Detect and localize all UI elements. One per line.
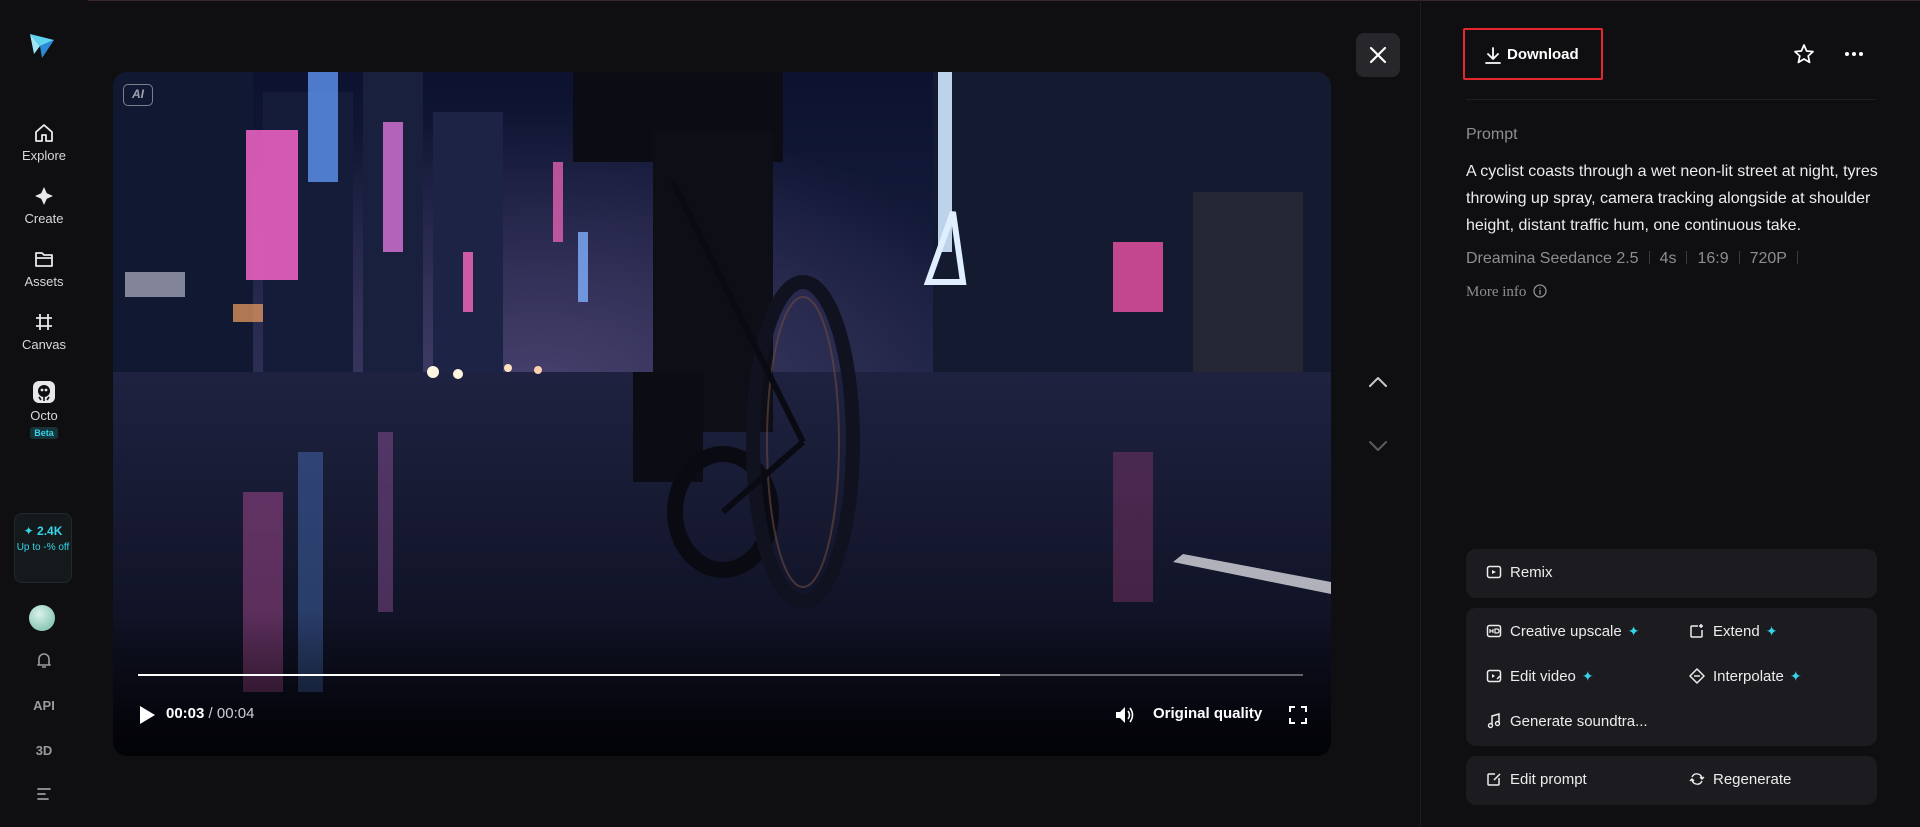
extend-icon bbox=[1690, 624, 1703, 638]
creative-upscale-button[interactable]: Creative upscale ✦ bbox=[1486, 623, 1639, 640]
info-icon bbox=[1533, 284, 1547, 298]
top-border bbox=[0, 0, 1920, 1]
chevron-up-icon[interactable] bbox=[1366, 372, 1390, 392]
avatar[interactable] bbox=[29, 605, 55, 631]
ai-generated-badge: AI bbox=[123, 84, 153, 106]
generate-soundtrack-button[interactable]: Generate soundtra... bbox=[1486, 713, 1648, 730]
music-note-icon bbox=[1487, 713, 1501, 729]
notification-bell-icon[interactable] bbox=[0, 650, 88, 670]
prompt-actions-card: Edit prompt Regenerate bbox=[1466, 756, 1877, 805]
regenerate-icon bbox=[1689, 773, 1705, 785]
credits-promo[interactable]: ✦ 2.4K Up to -% off bbox=[14, 513, 72, 583]
chevron-down-icon[interactable] bbox=[1366, 436, 1390, 456]
sidebar-item-label: Explore bbox=[21, 148, 67, 163]
more-info-label: More info bbox=[1466, 284, 1527, 300]
creative-upscale-label: Creative upscale bbox=[1510, 623, 1622, 640]
diamond-icon bbox=[35, 187, 53, 205]
progress-fill bbox=[138, 674, 1001, 676]
prompt-heading: Prompt bbox=[1466, 126, 1518, 143]
sidebar-item-canvas[interactable]: Canvas bbox=[0, 311, 88, 352]
extend-button[interactable]: Extend ✦ bbox=[1689, 623, 1777, 640]
close-button[interactable] bbox=[1356, 33, 1400, 77]
menu-icon[interactable] bbox=[0, 786, 88, 802]
hd-upscale-icon bbox=[1486, 624, 1502, 638]
panel-divider bbox=[1420, 0, 1421, 827]
sidebar-item-octo[interactable]: Octo Beta bbox=[0, 380, 88, 441]
interpolate-button[interactable]: Interpolate ✦ bbox=[1689, 668, 1802, 685]
prompt-text: A cyclist coasts through a wet neon-lit … bbox=[1466, 163, 1878, 234]
remix-card: Remix bbox=[1466, 549, 1877, 598]
credits-count: ✦ 2.4K bbox=[23, 524, 63, 538]
edit-video-icon bbox=[1486, 669, 1502, 683]
sidebar-item-assets[interactable]: Assets bbox=[0, 248, 88, 289]
download-label: Download bbox=[1507, 46, 1579, 63]
edit-video-label: Edit video bbox=[1510, 668, 1576, 685]
sparkle-icon: ✦ bbox=[1581, 668, 1594, 684]
more-info-link[interactable]: More info bbox=[1466, 284, 1547, 301]
current-time: 00:03 bbox=[166, 705, 205, 722]
edit-prompt-button[interactable]: Edit prompt bbox=[1486, 771, 1587, 788]
video-frame-image bbox=[113, 72, 1331, 756]
sidebar: Explore Create Assets Canvas Octo Beta ✦… bbox=[0, 0, 88, 827]
tools-card: Creative upscale ✦ Extend ✦ Edit video ✦ In… bbox=[1466, 608, 1877, 746]
sidebar-item-label: Canvas bbox=[21, 337, 67, 352]
model-name: Dreamina Seedance 2.5 bbox=[1466, 250, 1639, 267]
sidebar-item-label: Assets bbox=[24, 274, 64, 289]
canvas-icon bbox=[36, 314, 52, 330]
fullscreen-icon[interactable] bbox=[1289, 706, 1307, 724]
remix-button[interactable]: Remix bbox=[1486, 564, 1553, 581]
playback-time: 00:03 / 00:04 bbox=[166, 705, 254, 722]
regenerate-label: Regenerate bbox=[1713, 771, 1792, 788]
remix-label: Remix bbox=[1510, 564, 1553, 581]
star-icon[interactable] bbox=[1793, 43, 1815, 65]
resolution: 720P bbox=[1749, 250, 1787, 267]
edit-prompt-icon bbox=[1487, 773, 1501, 786]
sidebar-item-explore[interactable]: Explore bbox=[0, 122, 88, 163]
video-duration: 4s bbox=[1659, 250, 1677, 267]
sidebar-item-create[interactable]: Create bbox=[0, 185, 88, 226]
generate-soundtrack-label: Generate soundtra... bbox=[1510, 713, 1648, 730]
3d-link[interactable]: 3D bbox=[0, 743, 88, 758]
header-divider bbox=[1466, 99, 1876, 100]
close-icon bbox=[1369, 46, 1387, 64]
more-options-icon[interactable] bbox=[1843, 45, 1865, 63]
interpolate-label: Interpolate bbox=[1713, 668, 1784, 685]
sparkle-icon: ✦ bbox=[1765, 623, 1778, 639]
volume-icon[interactable] bbox=[1114, 705, 1136, 725]
play-icon[interactable] bbox=[138, 705, 156, 725]
download-icon bbox=[1485, 47, 1501, 64]
extend-label: Extend bbox=[1713, 623, 1760, 640]
regenerate-button[interactable]: Regenerate bbox=[1689, 771, 1791, 788]
beta-badge: Beta bbox=[30, 427, 58, 439]
generation-metadata: Dreamina Seedance 2.5 4s 16:9 720P bbox=[1466, 250, 1808, 268]
promo-offer: Up to -% off bbox=[16, 542, 70, 553]
video-player[interactable]: AI 00:03 / 00:04 Original quality bbox=[113, 72, 1331, 756]
edit-video-button[interactable]: Edit video ✦ bbox=[1486, 668, 1594, 685]
quality-selector[interactable]: Original quality bbox=[1153, 705, 1262, 722]
duration: / 00:04 bbox=[208, 705, 255, 722]
aspect-ratio: 16:9 bbox=[1697, 250, 1729, 267]
sidebar-item-label: Create bbox=[24, 211, 64, 226]
app-logo-icon[interactable] bbox=[26, 30, 56, 60]
folder-icon bbox=[35, 252, 53, 267]
remix-icon bbox=[1486, 565, 1502, 579]
octo-icon bbox=[33, 381, 55, 403]
sparkle-icon: ✦ bbox=[1627, 623, 1640, 639]
sparkle-icon: ✦ bbox=[1789, 668, 1802, 684]
download-button[interactable]: Download bbox=[1463, 28, 1603, 80]
api-link[interactable]: API bbox=[0, 698, 88, 713]
sidebar-item-label: Octo bbox=[30, 408, 58, 423]
progress-bar[interactable] bbox=[138, 674, 1303, 676]
interpolate-icon bbox=[1689, 668, 1705, 684]
home-icon bbox=[35, 124, 53, 142]
edit-prompt-label: Edit prompt bbox=[1510, 771, 1587, 788]
